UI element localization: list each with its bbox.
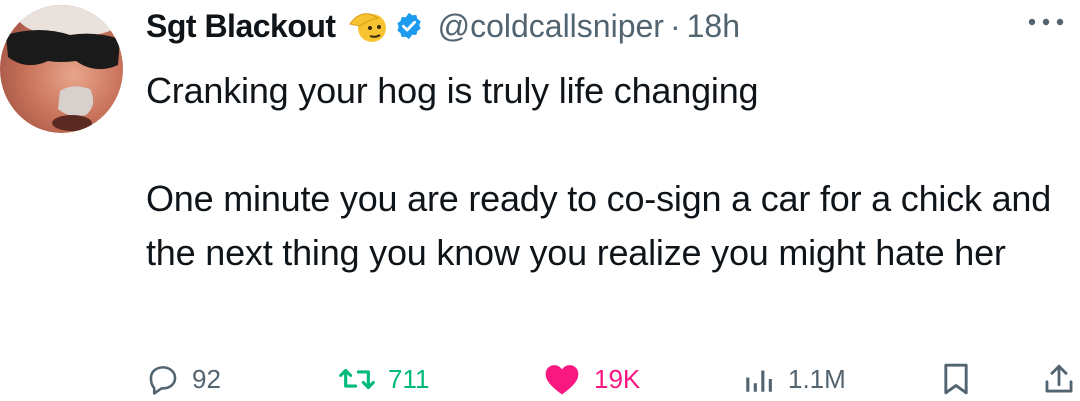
more-options-icon[interactable] xyxy=(1026,14,1066,30)
share-icon xyxy=(1042,361,1076,397)
analytics-icon xyxy=(742,362,776,396)
separator-dot: · xyxy=(669,7,681,44)
bookmark-button[interactable] xyxy=(940,357,972,401)
views-button[interactable]: 1.1M xyxy=(742,357,846,401)
view-count: 1.1M xyxy=(788,363,846,394)
retweet-count: 711 xyxy=(388,363,430,394)
author-handle[interactable]: @coldcallsniper xyxy=(438,8,664,45)
heart-icon xyxy=(542,361,582,397)
tweet-header: Sgt Blackout @coldcallsniper · 18h xyxy=(146,4,1080,48)
retweet-button[interactable]: 711 xyxy=(338,357,429,401)
bookmark-icon xyxy=(940,361,972,397)
saluting-face-icon xyxy=(348,8,388,44)
avatar[interactable] xyxy=(0,5,123,133)
reply-button[interactable]: 92 xyxy=(146,357,221,401)
reply-icon xyxy=(146,362,180,396)
timestamp[interactable]: 18h xyxy=(687,8,740,45)
like-button[interactable]: 19K xyxy=(542,357,640,401)
action-bar: 92 711 19K 1.1M xyxy=(146,357,1080,401)
share-button[interactable] xyxy=(1042,357,1076,401)
tweet-text: Cranking your hog is truly life changing… xyxy=(146,70,1052,273)
retweet-icon xyxy=(338,362,376,396)
verified-badge-icon[interactable] xyxy=(394,11,424,41)
reply-count: 92 xyxy=(192,363,221,394)
like-count: 19K xyxy=(594,363,641,394)
author-name[interactable]: Sgt Blackout xyxy=(146,8,336,45)
